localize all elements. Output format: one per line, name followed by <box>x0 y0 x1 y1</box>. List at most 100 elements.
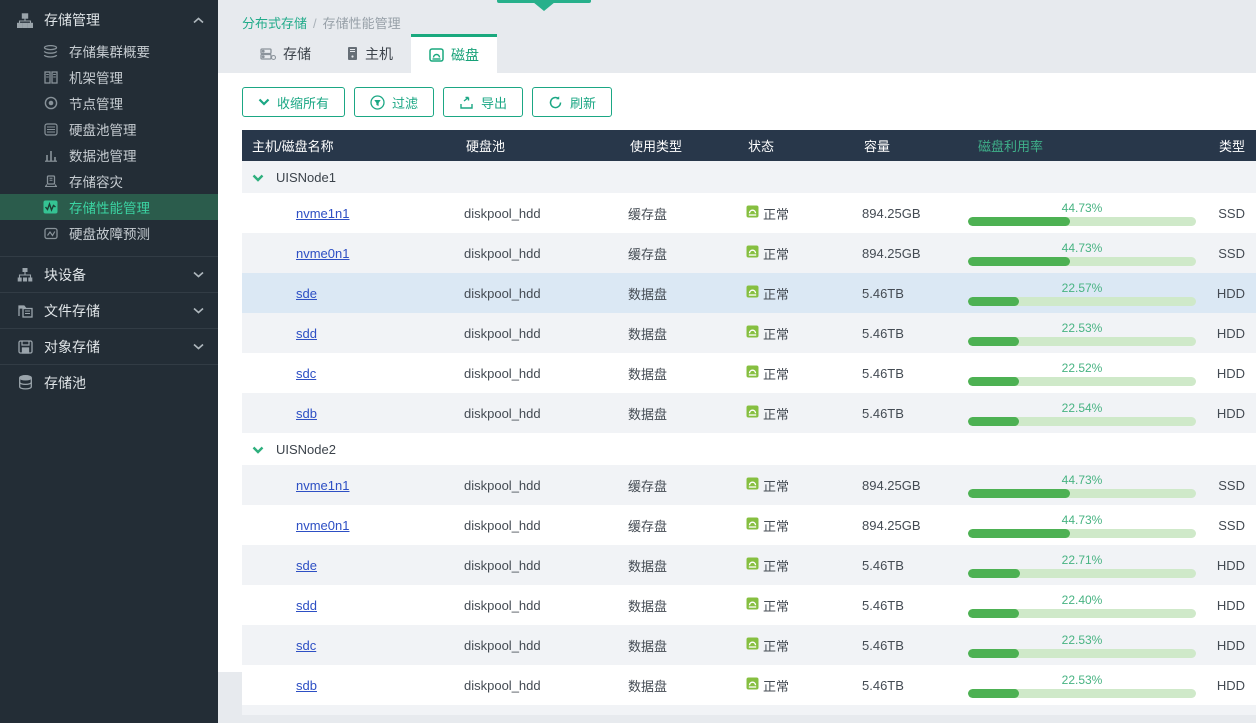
disk-name-link[interactable]: sdb <box>296 678 317 693</box>
node-icon <box>42 96 59 111</box>
disk-status-cell: 正常 <box>746 596 862 615</box>
breadcrumb-root-link[interactable]: 分布式存储 <box>242 16 307 31</box>
disk-name-link[interactable]: sdc <box>296 366 316 381</box>
disk-status-cell: 正常 <box>746 244 862 263</box>
sidebar-item-storage-disaster-recovery[interactable]: 存储容灾 <box>0 168 218 194</box>
disk-name-link[interactable]: sdb <box>296 406 317 421</box>
sidebar-group-file-storage[interactable]: 文件存储 <box>0 292 218 328</box>
disk-status-cell: 正常 <box>746 284 862 303</box>
disk-utilization-percent: 22.57% <box>1061 280 1103 295</box>
table-row: nvme0n1 diskpool_hdd 缓存盘 正常 894.25GB 44.… <box>242 233 1256 273</box>
disk-table: 主机/磁盘名称 硬盘池 使用类型 状态 容量 磁盘利用率 类型 UISNode1… <box>242 130 1256 715</box>
disk-pool-cell: diskpool_hdd <box>464 517 541 533</box>
disk-name-link[interactable]: sdc <box>296 638 316 653</box>
block-device-icon <box>16 267 34 283</box>
disk-panel: 收缩所有 过滤 导出 刷新 主机/磁盘名称 硬盘池 使用类型 状态 容量 磁盘利… <box>218 73 1256 715</box>
sidebar-item-datapool-management[interactable]: 数据池管理 <box>0 142 218 168</box>
collapse-all-button[interactable]: 收缩所有 <box>242 87 346 117</box>
tab-storage[interactable]: 存储 <box>242 34 329 73</box>
refresh-button[interactable]: 刷新 <box>532 87 613 117</box>
tab-disk[interactable]: 磁盘 <box>411 34 497 73</box>
disk-name-link[interactable]: sdd <box>296 326 317 341</box>
top-panel-collapse-handle[interactable] <box>497 0 591 12</box>
disk-type-cell: HDD <box>1216 285 1245 301</box>
sidebar-group-block-device[interactable]: 块设备 <box>0 256 218 292</box>
disk-status-icon <box>746 245 759 261</box>
disk-name-link[interactable]: nvme0n1 <box>296 246 349 261</box>
disk-utilization-percent: 44.73% <box>1061 240 1103 255</box>
disk-type-cell: HDD <box>1216 557 1245 573</box>
sidebar-item-node-management[interactable]: 节点管理 <box>0 90 218 116</box>
disk-pool-cell: diskpool_hdd <box>464 245 541 261</box>
table-body: UISNode1 nvme1n1 diskpool_hdd 缓存盘 正常 894… <box>242 161 1256 715</box>
disk-pool-cell: diskpool_hdd <box>464 205 541 221</box>
export-button[interactable]: 导出 <box>443 87 524 117</box>
disk-usage-type-cell: 缓存盘 <box>628 206 668 222</box>
sidebar-item-diskpool-management[interactable]: 硬盘池管理 <box>0 116 218 142</box>
disk-capacity-cell: 5.46TB <box>862 557 904 573</box>
sidebar-item-cluster-overview[interactable]: 存储集群概要 <box>0 38 218 64</box>
chevron-up-icon <box>193 16 204 24</box>
export-icon <box>459 95 474 110</box>
disk-capacity-cell: 5.46TB <box>862 365 904 381</box>
sidebar-group-storage-management[interactable]: 存储管理 <box>0 2 218 38</box>
failure-prediction-icon <box>42 226 59 241</box>
table-row: nvme0n1 diskpool_hdd 缓存盘 正常 894.25GB 44.… <box>242 505 1256 545</box>
disk-usage-type-cell: 数据盘 <box>628 558 668 574</box>
disk-name-link[interactable]: sde <box>296 286 317 301</box>
disk-name-link[interactable]: nvme0n1 <box>296 518 349 533</box>
sidebar-group-label: 块设备 <box>44 266 86 283</box>
sidebar-group-object-storage[interactable]: 对象存储 <box>0 328 218 364</box>
disk-utilization-bar <box>968 688 1196 698</box>
tab-bar: 存储 主机 磁盘 <box>218 34 1256 73</box>
disk-name-link[interactable]: sde <box>296 558 317 573</box>
disk-status-icon <box>746 205 759 221</box>
disk-capacity-cell: 5.46TB <box>862 597 904 613</box>
filter-label: 过滤 <box>392 95 419 111</box>
disk-utilization-percent: 44.73% <box>1061 472 1103 487</box>
tab-label: 存储 <box>283 45 311 62</box>
disk-utilization-fill <box>968 216 1070 226</box>
disk-status-cell: 正常 <box>746 556 862 575</box>
disk-type-cell: SSD <box>1218 517 1245 533</box>
toolbar: 收缩所有 过滤 导出 刷新 <box>242 87 1256 117</box>
filter-icon <box>370 94 385 110</box>
disk-usage-type-cell: 缓存盘 <box>628 478 668 494</box>
disk-utilization-percent: 22.40% <box>1061 592 1103 607</box>
sidebar-item-label: 硬盘池管理 <box>69 123 137 138</box>
disk-usage-type-cell: 数据盘 <box>628 598 668 614</box>
disk-utilization-bar <box>968 648 1196 658</box>
group-collapse-chevron-icon[interactable] <box>252 442 264 457</box>
group-collapse-chevron-icon[interactable] <box>252 170 264 185</box>
filter-button[interactable]: 过滤 <box>354 87 435 117</box>
sidebar-item-storage-performance[interactable]: 存储性能管理 <box>0 194 218 220</box>
disk-utilization-bar <box>968 528 1196 538</box>
disk-type-cell: HDD <box>1216 677 1245 693</box>
table-row: sdc diskpool_hdd 数据盘 正常 5.46TB 22.52% HD… <box>242 353 1256 393</box>
partial-row <box>242 705 1256 715</box>
tab-host[interactable]: 主机 <box>329 34 411 73</box>
disk-status-cell: 正常 <box>746 516 862 535</box>
disk-usage-type-cell: 数据盘 <box>628 326 668 342</box>
disk-utilization-fill <box>968 568 1020 578</box>
object-storage-icon <box>16 339 34 355</box>
table-row: sde diskpool_hdd 数据盘 正常 5.46TB 22.57% HD… <box>242 273 1256 313</box>
sidebar-group-storage-pool[interactable]: 存储池 <box>0 364 218 400</box>
disk-status-text: 正常 <box>763 246 790 262</box>
header-disk-utilization[interactable]: 磁盘利用率 <box>968 136 1202 155</box>
group-row[interactable]: UISNode1 <box>242 161 1256 193</box>
disk-utilization-cell: 44.73% <box>968 473 1202 498</box>
header-capacity: 容量 <box>864 139 891 154</box>
sidebar-item-rack-management[interactable]: 机架管理 <box>0 64 218 90</box>
sidebar-item-disk-failure-prediction[interactable]: 硬盘故障预测 <box>0 220 218 246</box>
disk-type-cell: HDD <box>1216 365 1245 381</box>
disk-pool-cell: diskpool_hdd <box>464 325 541 341</box>
disk-utilization-bar <box>968 216 1196 226</box>
sidebar-group-label: 对象存储 <box>44 338 100 355</box>
disk-name-link[interactable]: nvme1n1 <box>296 206 349 221</box>
chevron-down-icon <box>193 271 204 278</box>
disk-name-link[interactable]: sdd <box>296 598 317 613</box>
disk-name-link[interactable]: nvme1n1 <box>296 478 349 493</box>
tab-label: 磁盘 <box>451 47 479 63</box>
group-row[interactable]: UISNode2 <box>242 433 1256 465</box>
